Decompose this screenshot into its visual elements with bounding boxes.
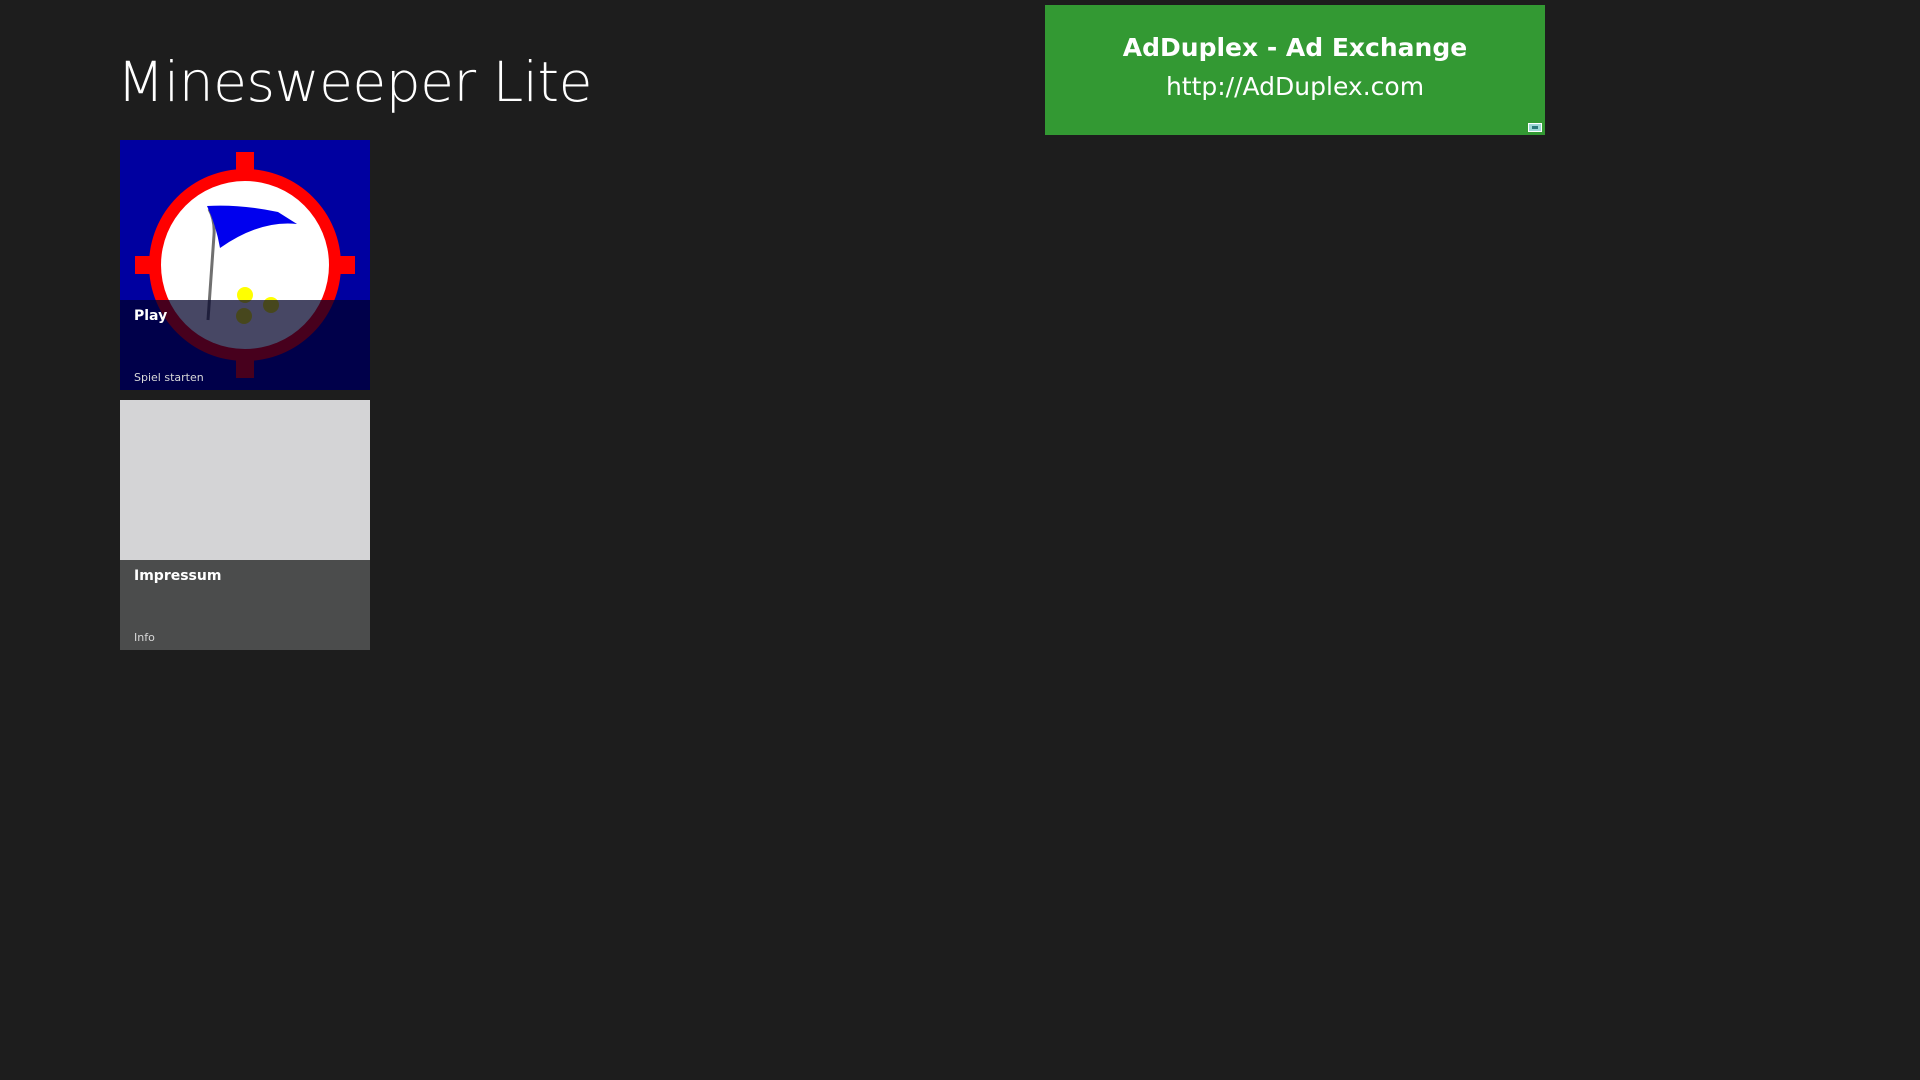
ad-banner[interactable]: AdDuplex - Ad Exchange http://AdDuplex.c… — [1045, 5, 1545, 135]
tile-play[interactable]: Play Spiel starten — [120, 140, 370, 390]
page-title: Minesweeper Lite — [117, 50, 592, 114]
tile-subtitle: Spiel starten — [134, 371, 204, 384]
app-root: Minesweeper Lite Play Spiel starten Impr… — [0, 0, 1920, 1080]
ad-title: AdDuplex - Ad Exchange — [1122, 33, 1468, 62]
tile-subtitle: Info — [134, 631, 155, 644]
tile-caption: Play Spiel starten — [120, 300, 370, 390]
adduplex-badge-icon[interactable] — [1528, 123, 1542, 132]
tile-title: Impressum — [134, 568, 222, 584]
ad-url: http://AdDuplex.com — [1165, 72, 1425, 101]
tile-caption: Impressum Info — [120, 560, 370, 650]
tile-title: Play — [134, 308, 168, 324]
tile-impressum[interactable]: Impressum Info — [120, 400, 370, 650]
